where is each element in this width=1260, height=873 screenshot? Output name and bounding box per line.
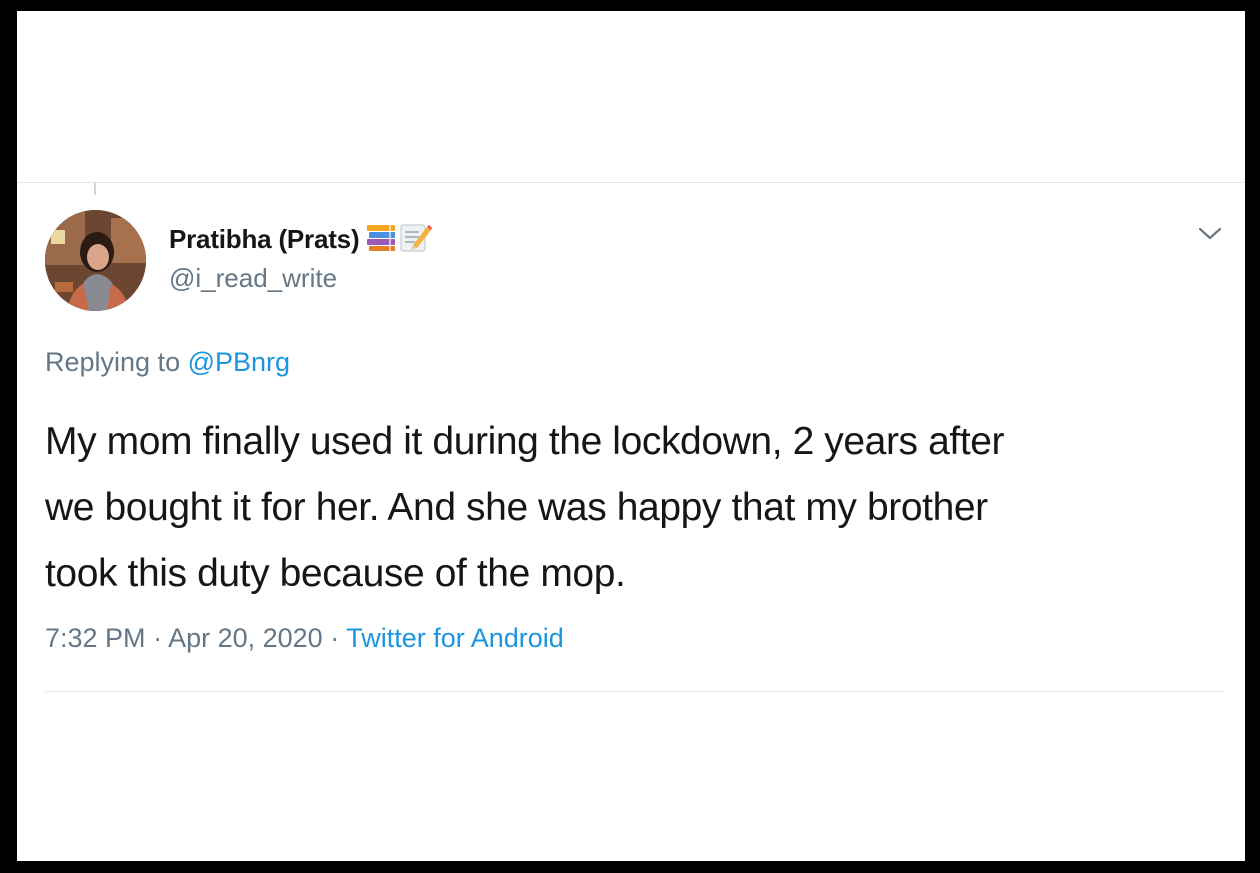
tweet-line: we bought it for her. And she was happy … [45, 486, 988, 529]
thread-connector [94, 183, 96, 195]
replying-to: Replying to @PBnrg [45, 347, 290, 378]
tweet-source-link[interactable]: Twitter for Android [346, 623, 564, 653]
tweet-date[interactable]: Apr 20, 2020 [168, 623, 323, 653]
memo-emoji-icon [399, 221, 433, 258]
books-emoji-icon [365, 222, 397, 257]
top-divider [17, 182, 1245, 183]
display-name[interactable]: Pratibha (Prats) [169, 224, 360, 255]
meta-separator: · [145, 623, 169, 653]
meta-separator: · [322, 623, 347, 653]
bottom-divider [45, 691, 1225, 692]
tweet-line: took this duty because of the mop. [45, 552, 626, 595]
tweet-line: My mom finally used it during the lockdo… [45, 420, 1005, 463]
author-block[interactable]: Pratibha (Prats) @i_read_write [169, 221, 433, 294]
handle[interactable]: @i_read_write [169, 263, 433, 294]
tweet-time[interactable]: 7:32 PM [45, 623, 146, 653]
avatar[interactable] [45, 210, 146, 311]
chevron-down-icon[interactable] [1197, 223, 1223, 243]
replying-prefix: Replying to [45, 347, 181, 377]
tweet-card: Pratibha (Prats) @i_read_write Replying … [17, 11, 1245, 861]
tweet-meta: 7:32 PM · Apr 20, 2020 · Twitter for And… [45, 623, 564, 654]
tweet-text: My mom finally used it during the lockdo… [45, 409, 1215, 607]
reply-mention-link[interactable]: @PBnrg [188, 347, 290, 377]
